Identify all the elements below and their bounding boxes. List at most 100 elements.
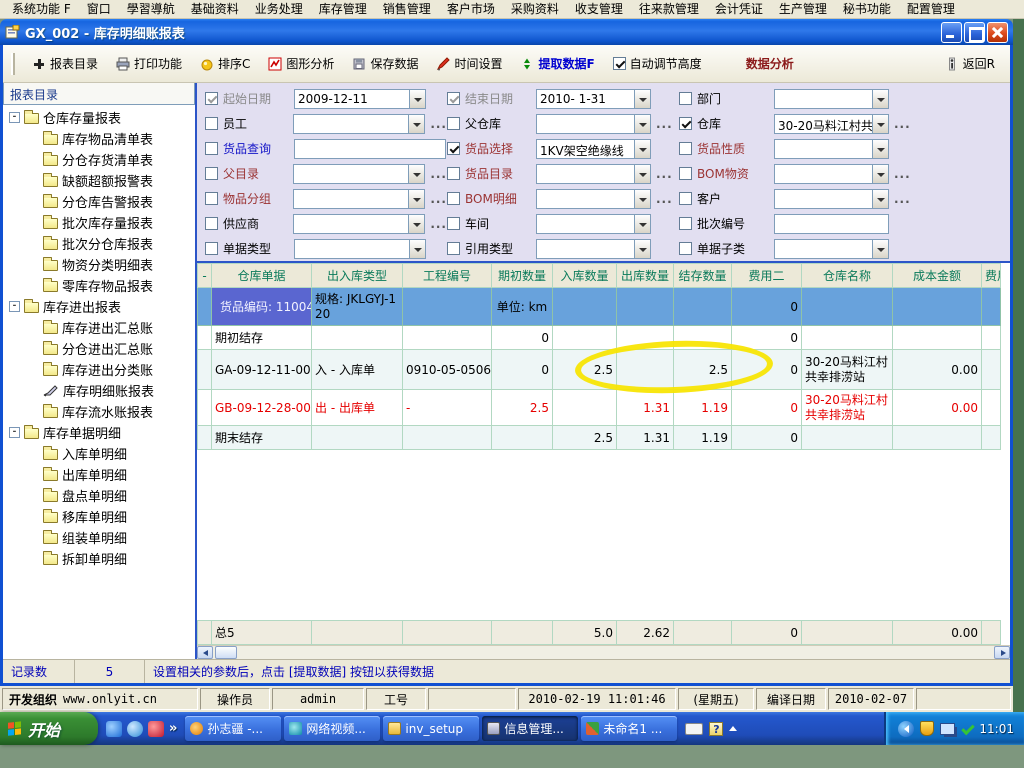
warehouse-checkbox[interactable] xyxy=(679,117,692,130)
col-begin-qty[interactable]: 期初数量 xyxy=(492,264,553,288)
parent-warehouse-select[interactable] xyxy=(536,114,651,134)
taskbar-button-2[interactable]: 网络视频... xyxy=(284,716,380,741)
chevron-down-icon[interactable] xyxy=(634,115,650,133)
batch-number-input[interactable] xyxy=(774,214,889,234)
more-button[interactable]: ... xyxy=(656,192,673,206)
col-out-qty[interactable]: 出库数量 xyxy=(617,264,674,288)
menu-item-sales[interactable]: 销售管理 xyxy=(375,0,439,19)
sidebar-item[interactable]: 库存物品清单表 xyxy=(3,128,195,149)
start-date-checkbox[interactable] xyxy=(205,92,218,105)
bom-material-checkbox[interactable] xyxy=(679,167,692,180)
chevron-down-icon[interactable] xyxy=(634,190,650,208)
col-selector[interactable]: - xyxy=(198,264,212,288)
print-button[interactable]: 打印功能 xyxy=(109,51,189,76)
scrollbar-thumb[interactable] xyxy=(215,646,237,659)
chevron-down-icon[interactable] xyxy=(409,240,425,258)
quick-launch-more-chevron[interactable]: » xyxy=(169,721,177,736)
warehouse-select[interactable]: 30-20马料江村共幸 xyxy=(774,114,889,134)
customer-checkbox[interactable] xyxy=(679,192,692,205)
chevron-down-icon[interactable] xyxy=(634,215,650,233)
chevron-down-icon[interactable] xyxy=(634,140,650,158)
col-doc[interactable]: 仓库单据 xyxy=(212,264,312,288)
collapse-icon[interactable]: - xyxy=(9,427,20,438)
more-button[interactable]: ... xyxy=(894,167,911,181)
goods-directory-select[interactable] xyxy=(536,164,651,184)
sidebar-item[interactable]: 组装单明细 xyxy=(3,527,195,548)
sidebar-item[interactable]: 批次库存量报表 xyxy=(3,212,195,233)
col-balance-qty[interactable]: 结存数量 xyxy=(674,264,732,288)
menu-item-payments[interactable]: 收支管理 xyxy=(567,0,631,19)
workshop-checkbox[interactable] xyxy=(447,217,460,230)
menu-item-inventory[interactable]: 库存管理 xyxy=(311,0,375,19)
chevron-down-icon[interactable] xyxy=(872,165,888,183)
parent-directory-checkbox[interactable] xyxy=(205,167,218,180)
collapse-tray-icon[interactable] xyxy=(898,721,914,737)
taskbar-button-4-active[interactable]: 信息管理... xyxy=(482,716,578,741)
menu-item-purchasing[interactable]: 采购资料 xyxy=(503,0,567,19)
sidebar-item[interactable]: 出库单明细 xyxy=(3,464,195,485)
goods-query-checkbox[interactable] xyxy=(205,142,218,155)
chevron-down-icon[interactable] xyxy=(408,215,424,233)
workshop-select[interactable] xyxy=(536,214,651,234)
menu-item-secretary[interactable]: 秘书功能 xyxy=(835,0,899,19)
menu-item-customers[interactable]: 客户市场 xyxy=(439,0,503,19)
goods-directory-checkbox[interactable] xyxy=(447,167,460,180)
table-row-inbound[interactable]: GA-09-12-11-0013入 - 入库单0910-05-050635 02… xyxy=(198,350,1001,390)
col-in-qty[interactable]: 入库数量 xyxy=(553,264,617,288)
employee-select[interactable] xyxy=(293,114,425,134)
doc-subtype-select[interactable] xyxy=(774,239,889,259)
bom-material-select[interactable] xyxy=(774,164,889,184)
toolbar-grip[interactable] xyxy=(11,53,15,75)
customer-select[interactable] xyxy=(774,189,889,209)
chevron-down-icon[interactable] xyxy=(634,240,650,258)
help-icon[interactable]: ? xyxy=(709,722,723,736)
batch-number-checkbox[interactable] xyxy=(679,217,692,230)
chevron-down-icon[interactable] xyxy=(408,165,424,183)
return-button[interactable]: 返回R xyxy=(938,51,1002,76)
table-row-outbound[interactable]: GB-09-12-28-0002出 - 出库单- 2.51.311.19 030… xyxy=(198,390,1001,426)
chevron-down-icon[interactable] xyxy=(408,115,424,133)
supplier-checkbox[interactable] xyxy=(205,217,218,230)
sidebar-item-inout-reports[interactable]: -库存进出报表 xyxy=(3,296,195,317)
table-row-opening-balance[interactable]: 期初结存 0 0 xyxy=(198,326,1001,350)
product-code[interactable]: 货品编码: 110048 xyxy=(212,288,312,326)
sidebar-item[interactable]: 零库存物品报表 xyxy=(3,275,195,296)
taskbar-button-1[interactable]: 孙志疆 -... xyxy=(185,716,281,741)
start-button[interactable]: 开始 xyxy=(0,712,98,745)
goods-property-checkbox[interactable] xyxy=(679,142,692,155)
menu-item-accounts[interactable]: 往来款管理 xyxy=(631,0,707,19)
goods-property-select[interactable] xyxy=(774,139,889,159)
more-button[interactable]: ... xyxy=(894,192,911,206)
save-data-button[interactable]: 保存数据 xyxy=(345,51,425,76)
chevron-down-icon[interactable] xyxy=(872,115,888,133)
menu-item-basic-data[interactable]: 基础资料 xyxy=(183,0,247,19)
menu-item-business[interactable]: 业务处理 xyxy=(247,0,311,19)
data-analysis-button[interactable]: 数据分析 xyxy=(739,51,801,76)
menu-item-production[interactable]: 生产管理 xyxy=(771,0,835,19)
autofit-height-toggle[interactable]: 自动调节高度 xyxy=(606,51,709,76)
more-button[interactable]: ... xyxy=(430,117,447,131)
chevron-down-icon[interactable] xyxy=(409,90,425,108)
more-button[interactable]: ... xyxy=(894,117,911,131)
parent-warehouse-checkbox[interactable] xyxy=(447,117,460,130)
horizontal-scrollbar[interactable] xyxy=(197,645,1010,659)
chevron-down-icon[interactable] xyxy=(408,190,424,208)
col-fee2[interactable]: 费用二 xyxy=(732,264,802,288)
doc-subtype-checkbox[interactable] xyxy=(679,242,692,255)
item-group-checkbox[interactable] xyxy=(205,192,218,205)
sidebar-item[interactable]: 入库单明细 xyxy=(3,443,195,464)
more-button[interactable]: ... xyxy=(656,117,673,131)
sidebar-item[interactable]: 缺额超额报警表 xyxy=(3,170,195,191)
security-shield-icon[interactable] xyxy=(920,721,934,736)
table-row-closing-balance[interactable]: 期末结存 2.51.311.19 0 xyxy=(198,426,1001,450)
scroll-left-arrow[interactable] xyxy=(197,646,213,659)
sidebar-item[interactable]: 分仓库告警报表 xyxy=(3,191,195,212)
taskbar-button-3[interactable]: inv_setup xyxy=(383,716,479,741)
sidebar-item[interactable]: 移库单明细 xyxy=(3,506,195,527)
time-setting-button[interactable]: 时间设置 xyxy=(429,51,509,76)
end-date-checkbox[interactable] xyxy=(447,92,460,105)
goods-query-input[interactable] xyxy=(294,139,446,159)
start-date-select[interactable]: 2009-12-11 xyxy=(294,89,426,109)
department-checkbox[interactable] xyxy=(679,92,692,105)
fetch-data-button[interactable]: 提取数据F xyxy=(513,51,601,76)
